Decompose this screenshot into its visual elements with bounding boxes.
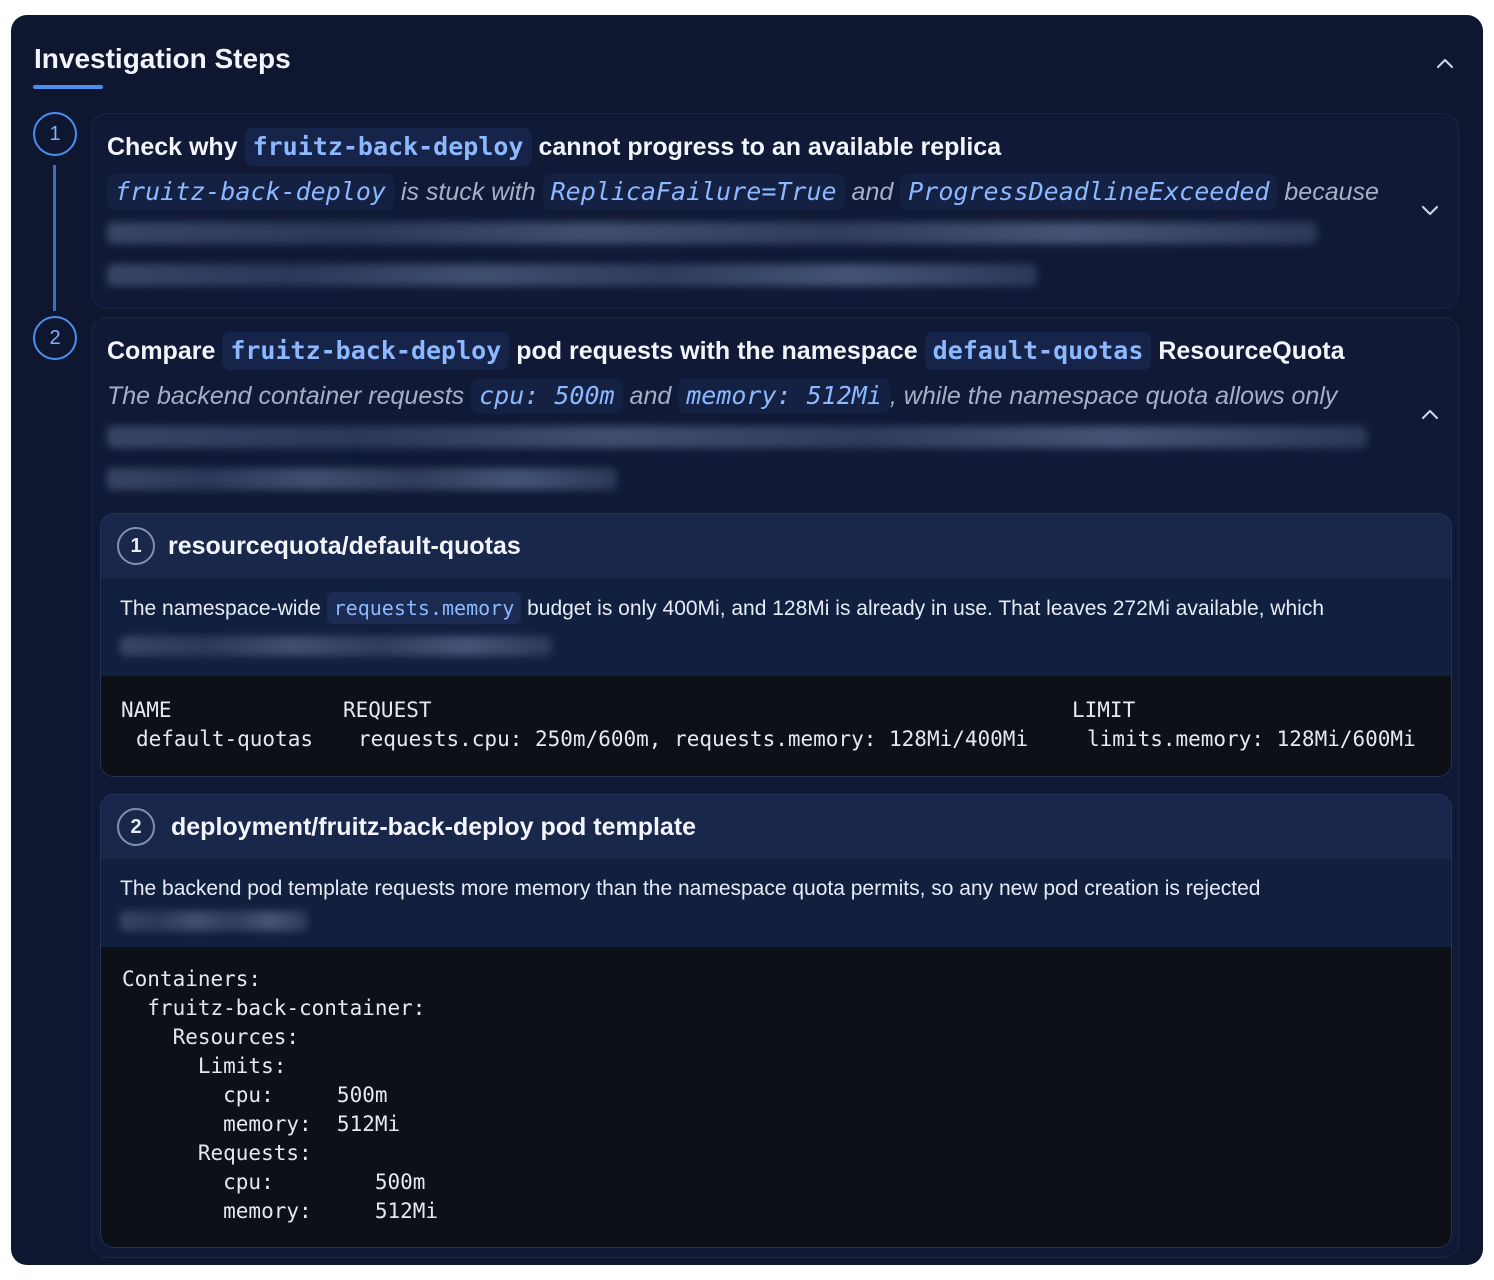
step-1-description: fruitz-back-deploy is stuck with Replica…: [107, 174, 1379, 210]
resource-chip: fruitz-back-deploy: [107, 174, 394, 210]
evidence-text: The namespace-wide requests.memory budge…: [120, 592, 1324, 624]
code-line: Limits:: [122, 1054, 287, 1078]
memory-chip: memory: 512Mi: [678, 378, 890, 414]
code-header-name: NAME: [121, 698, 172, 722]
evidence-number: 1: [117, 527, 155, 565]
cpu-chip: cpu: 500m: [471, 378, 623, 414]
code-line: Resources:: [122, 1025, 300, 1049]
code-line: Containers:: [122, 967, 262, 991]
code-cell-limit: limits.memory: 128Mi/600Mi: [1087, 727, 1416, 751]
step-number-1: 1: [33, 112, 77, 156]
blurred-text: [120, 636, 552, 656]
panel-header[interactable]: Investigation Steps: [11, 15, 1483, 91]
step-number-2: 2: [33, 316, 77, 360]
step-card-1[interactable]: Check why fruitz-back-deploy cannot prog…: [91, 113, 1459, 309]
evidence-title: deployment/fruitz-back-deploy pod templa…: [171, 813, 697, 841]
field-chip: requests.memory: [326, 592, 522, 624]
code-line: memory: 512Mi: [122, 1199, 439, 1223]
code-header-request: REQUEST: [343, 698, 432, 722]
blurred-text: [107, 222, 1317, 244]
evidence-card-1[interactable]: 1 resourcequota/default-quotas The names…: [100, 513, 1452, 777]
chevron-down-icon[interactable]: [1420, 200, 1440, 220]
blurred-text: [120, 911, 308, 931]
code-line: fruitz-back-container:: [122, 996, 426, 1020]
evidence-header: 2 deployment/fruitz-back-deploy pod temp…: [101, 795, 1451, 859]
evidence-number: 2: [117, 808, 155, 846]
evidence-body: The backend pod template requests more m…: [101, 859, 1451, 947]
condition-chip: ReplicaFailure=True: [542, 174, 845, 210]
panel-title: Investigation Steps: [34, 43, 291, 74]
code-cell-request: requests.cpu: 250m/600m, requests.memory…: [358, 727, 1029, 751]
title-underline: [33, 85, 103, 89]
blurred-text: [107, 426, 1367, 448]
investigation-steps-panel: Investigation Steps 1 2 Check why fruitz…: [11, 15, 1483, 1265]
chevron-up-icon[interactable]: [1435, 53, 1455, 73]
evidence-body: The namespace-wide requests.memory budge…: [101, 578, 1451, 676]
blurred-text: [107, 468, 617, 490]
quota-chip: default-quotas: [924, 332, 1152, 370]
step-2-title: Compare fruitz-back-deploy pod requests …: [107, 332, 1345, 370]
evidence-title: resourcequota/default-quotas: [168, 532, 521, 560]
step-card-2[interactable]: Compare fruitz-back-deploy pod requests …: [91, 317, 1459, 1258]
code-cell-name: default-quotas: [136, 727, 314, 751]
evidence-header: 1 resourcequota/default-quotas: [101, 514, 1451, 578]
evidence-text: The backend pod template requests more m…: [120, 877, 1261, 900]
resource-chip: fruitz-back-deploy: [244, 128, 532, 166]
code-line: memory: 512Mi: [122, 1112, 401, 1136]
step-2-description: The backend container requests cpu: 500m…: [107, 378, 1337, 414]
blurred-text: [107, 264, 1037, 286]
code-block: NAME REQUEST LIMIT default-quotas reques…: [101, 676, 1451, 776]
code-header-limit: LIMIT: [1072, 698, 1136, 722]
code-line: cpu: 500m: [122, 1170, 426, 1194]
step-1-title: Check why fruitz-back-deploy cannot prog…: [107, 128, 1001, 166]
resource-chip: fruitz-back-deploy: [222, 332, 510, 370]
code-line: cpu: 500m: [122, 1083, 388, 1107]
evidence-card-2[interactable]: 2 deployment/fruitz-back-deploy pod temp…: [100, 794, 1452, 1248]
timeline-connector: [53, 165, 56, 311]
code-block: Containers: fruitz-back-container: Resou…: [101, 947, 1451, 1247]
chevron-up-icon[interactable]: [1420, 404, 1440, 424]
code-line: Requests:: [122, 1141, 312, 1165]
condition-chip: ProgressDeadlineExceeded: [900, 174, 1278, 210]
